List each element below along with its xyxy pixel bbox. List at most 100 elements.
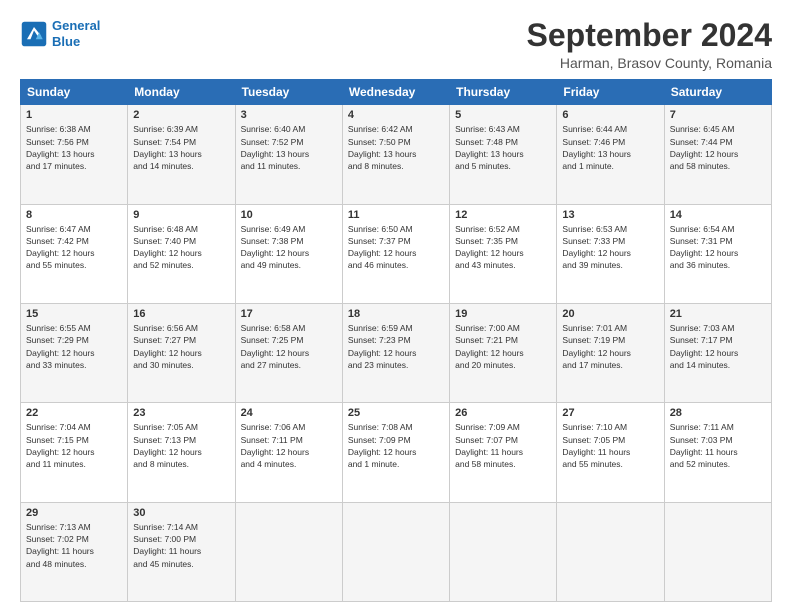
weekday-thursday: Thursday	[450, 80, 557, 105]
title-block: September 2024 Harman, Brasov County, Ro…	[527, 18, 772, 71]
calendar-cell: 9 Sunrise: 6:48 AMSunset: 7:40 PMDaylight…	[128, 204, 235, 303]
day-number: 10	[241, 209, 337, 221]
day-number: 14	[670, 209, 766, 221]
day-info: Sunrise: 7:04 AMSunset: 7:15 PMDaylight:…	[26, 421, 122, 470]
calendar-cell: 17 Sunrise: 6:58 AMSunset: 7:25 PMDayligh…	[235, 303, 342, 402]
day-info: Sunrise: 6:53 AMSunset: 7:33 PMDaylight:…	[562, 223, 658, 272]
calendar-cell: 30Sunrise: 7:14 AMSunset: 7:00 PMDayligh…	[128, 502, 235, 601]
day-number: 28	[670, 407, 766, 419]
calendar-cell: 7 Sunrise: 6:45 AMSunset: 7:44 PMDaylight…	[664, 105, 771, 204]
day-info: Sunrise: 7:03 AMSunset: 7:17 PMDaylight:…	[670, 322, 766, 371]
day-number: 19	[455, 308, 551, 320]
day-number: 6	[562, 109, 658, 121]
calendar-cell: 23 Sunrise: 7:05 AMSunset: 7:13 PMDayligh…	[128, 403, 235, 502]
calendar-cell: 12 Sunrise: 6:52 AMSunset: 7:35 PMDayligh…	[450, 204, 557, 303]
weekday-tuesday: Tuesday	[235, 80, 342, 105]
calendar-cell	[450, 502, 557, 601]
calendar-cell: 1Sunrise: 6:38 AMSunset: 7:56 PMDaylight…	[21, 105, 128, 204]
calendar-cell: 3 Sunrise: 6:40 AMSunset: 7:52 PMDaylight…	[235, 105, 342, 204]
day-number: 12	[455, 209, 551, 221]
day-info: Sunrise: 7:00 AMSunset: 7:21 PMDaylight:…	[455, 322, 551, 371]
day-info: Sunrise: 6:45 AMSunset: 7:44 PMDaylight:…	[670, 123, 766, 172]
calendar-cell: 11 Sunrise: 6:50 AMSunset: 7:37 PMDayligh…	[342, 204, 449, 303]
day-info: Sunrise: 6:48 AMSunset: 7:40 PMDaylight:…	[133, 223, 229, 272]
logo-text: General Blue	[52, 18, 100, 49]
calendar-cell: 28 Sunrise: 7:11 AMSunset: 7:03 PMDayligh…	[664, 403, 771, 502]
page: General Blue September 2024 Harman, Bras…	[0, 0, 792, 612]
day-info: Sunrise: 6:56 AMSunset: 7:27 PMDaylight:…	[133, 322, 229, 371]
calendar-cell: 8Sunrise: 6:47 AMSunset: 7:42 PMDaylight…	[21, 204, 128, 303]
day-info: Sunrise: 7:01 AMSunset: 7:19 PMDaylight:…	[562, 322, 658, 371]
day-info: Sunrise: 7:05 AMSunset: 7:13 PMDaylight:…	[133, 421, 229, 470]
day-number: 25	[348, 407, 444, 419]
day-info: Sunrise: 6:55 AMSunset: 7:29 PMDaylight:…	[26, 322, 122, 371]
calendar-cell: 25 Sunrise: 7:08 AMSunset: 7:09 PMDayligh…	[342, 403, 449, 502]
calendar-week-1: 1Sunrise: 6:38 AMSunset: 7:56 PMDaylight…	[21, 105, 772, 204]
logo-line1: General	[52, 18, 100, 33]
day-number: 1	[26, 109, 122, 121]
weekday-monday: Monday	[128, 80, 235, 105]
day-info: Sunrise: 7:09 AMSunset: 7:07 PMDaylight:…	[455, 421, 551, 470]
day-number: 7	[670, 109, 766, 121]
day-number: 4	[348, 109, 444, 121]
calendar-cell: 5 Sunrise: 6:43 AMSunset: 7:48 PMDaylight…	[450, 105, 557, 204]
day-number: 29	[26, 507, 122, 519]
day-number: 24	[241, 407, 337, 419]
day-info: Sunrise: 7:06 AMSunset: 7:11 PMDaylight:…	[241, 421, 337, 470]
calendar-cell	[557, 502, 664, 601]
day-info: Sunrise: 6:43 AMSunset: 7:48 PMDaylight:…	[455, 123, 551, 172]
calendar-cell: 27Sunrise: 7:10 AMSunset: 7:05 PMDayligh…	[557, 403, 664, 502]
calendar-week-3: 15 Sunrise: 6:55 AMSunset: 7:29 PMDayligh…	[21, 303, 772, 402]
logo: General Blue	[20, 18, 100, 49]
weekday-friday: Friday	[557, 80, 664, 105]
weekday-sunday: Sunday	[21, 80, 128, 105]
day-info: Sunrise: 6:52 AMSunset: 7:35 PMDaylight:…	[455, 223, 551, 272]
day-info: Sunrise: 7:14 AMSunset: 7:00 PMDaylight:…	[133, 521, 229, 570]
day-info: Sunrise: 7:11 AMSunset: 7:03 PMDaylight:…	[670, 421, 766, 470]
day-number: 8	[26, 209, 122, 221]
calendar-cell	[342, 502, 449, 601]
calendar-cell: 16 Sunrise: 6:56 AMSunset: 7:27 PMDayligh…	[128, 303, 235, 402]
calendar-cell: 21Sunrise: 7:03 AMSunset: 7:17 PMDayligh…	[664, 303, 771, 402]
day-info: Sunrise: 6:49 AMSunset: 7:38 PMDaylight:…	[241, 223, 337, 272]
calendar-cell: 20 Sunrise: 7:01 AMSunset: 7:19 PMDayligh…	[557, 303, 664, 402]
day-number: 23	[133, 407, 229, 419]
day-number: 27	[562, 407, 658, 419]
calendar-cell: 4Sunrise: 6:42 AMSunset: 7:50 PMDaylight…	[342, 105, 449, 204]
day-info: Sunrise: 6:50 AMSunset: 7:37 PMDaylight:…	[348, 223, 444, 272]
main-title: September 2024	[527, 18, 772, 53]
day-number: 26	[455, 407, 551, 419]
day-info: Sunrise: 6:44 AMSunset: 7:46 PMDaylight:…	[562, 123, 658, 172]
day-number: 2	[133, 109, 229, 121]
day-number: 9	[133, 209, 229, 221]
day-number: 11	[348, 209, 444, 221]
day-number: 20	[562, 308, 658, 320]
calendar-cell: 29Sunrise: 7:13 AMSunset: 7:02 PMDayligh…	[21, 502, 128, 601]
calendar-cell: 19 Sunrise: 7:00 AMSunset: 7:21 PMDayligh…	[450, 303, 557, 402]
calendar-cell: 15 Sunrise: 6:55 AMSunset: 7:29 PMDayligh…	[21, 303, 128, 402]
day-info: Sunrise: 7:08 AMSunset: 7:09 PMDaylight:…	[348, 421, 444, 470]
day-number: 16	[133, 308, 229, 320]
day-number: 17	[241, 308, 337, 320]
day-info: Sunrise: 6:39 AMSunset: 7:54 PMDaylight:…	[133, 123, 229, 172]
day-info: Sunrise: 6:40 AMSunset: 7:52 PMDaylight:…	[241, 123, 337, 172]
logo-icon	[20, 20, 48, 48]
calendar-week-4: 22 Sunrise: 7:04 AMSunset: 7:15 PMDayligh…	[21, 403, 772, 502]
day-number: 18	[348, 308, 444, 320]
day-info: Sunrise: 6:58 AMSunset: 7:25 PMDaylight:…	[241, 322, 337, 371]
weekday-saturday: Saturday	[664, 80, 771, 105]
calendar-cell: 14Sunrise: 6:54 AMSunset: 7:31 PMDayligh…	[664, 204, 771, 303]
calendar-week-5: 29Sunrise: 7:13 AMSunset: 7:02 PMDayligh…	[21, 502, 772, 601]
subtitle: Harman, Brasov County, Romania	[527, 55, 772, 71]
calendar-cell: 2 Sunrise: 6:39 AMSunset: 7:54 PMDaylight…	[128, 105, 235, 204]
weekday-wednesday: Wednesday	[342, 80, 449, 105]
calendar-cell: 6 Sunrise: 6:44 AMSunset: 7:46 PMDaylight…	[557, 105, 664, 204]
logo-line2: Blue	[52, 34, 80, 49]
calendar-cell: 18Sunrise: 6:59 AMSunset: 7:23 PMDayligh…	[342, 303, 449, 402]
calendar-cell	[664, 502, 771, 601]
day-number: 3	[241, 109, 337, 121]
day-number: 22	[26, 407, 122, 419]
calendar-cell: 13Sunrise: 6:53 AMSunset: 7:33 PMDayligh…	[557, 204, 664, 303]
day-number: 5	[455, 109, 551, 121]
day-number: 15	[26, 308, 122, 320]
